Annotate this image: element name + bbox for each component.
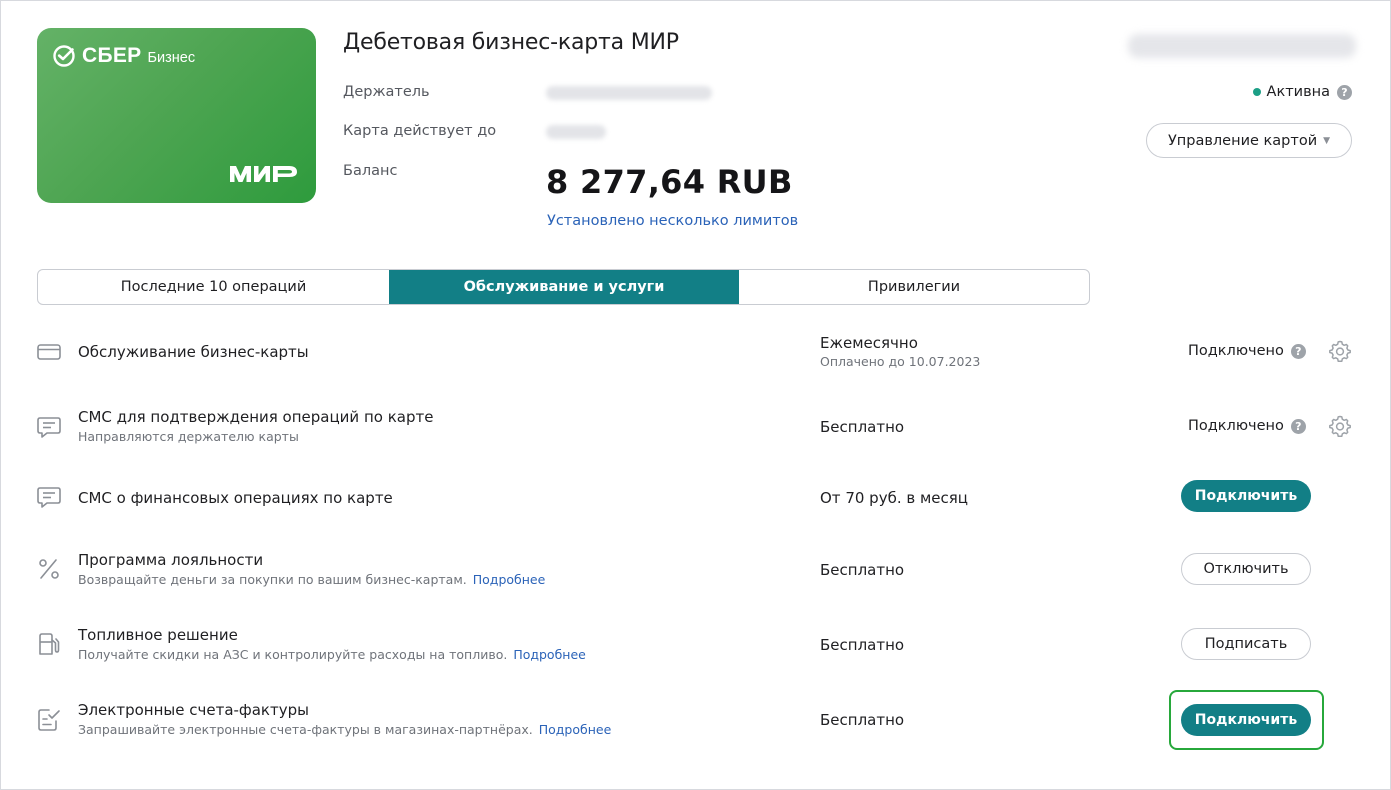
fuel-icon (39, 633, 60, 655)
status-text: Активна (1266, 84, 1330, 100)
service-subtitle-text: Получайте скидки на АЗС и контролируйте … (78, 647, 508, 662)
connect-button[interactable]: Подключить (1181, 480, 1311, 512)
tabs: Последние 10 операций Обслуживание и усл… (37, 269, 1090, 305)
manage-card-label: Управление картой (1167, 132, 1318, 149)
service-price: Бесплатно (820, 418, 905, 436)
tab-services[interactable]: Обслуживание и услуги (389, 270, 739, 304)
sms-icon (37, 417, 61, 438)
card-title: Дебетовая бизнес-карта МИР (343, 30, 679, 55)
manage-card-button[interactable]: Управление картой ▼ (1146, 123, 1352, 158)
service-subtitle: Направляются держателю карты (78, 429, 299, 444)
card-image: СБЕР Бизнес (37, 28, 316, 203)
service-price: Бесплатно (820, 636, 905, 654)
service-state: Подключено ? (1188, 418, 1306, 434)
service-price: Бесплатно (820, 711, 905, 729)
valid-until-redacted (546, 125, 606, 139)
holder-name-redacted (546, 86, 712, 100)
service-row-sms-confirm: СМС для подтверждения операций по карте … (0, 391, 1391, 461)
help-icon[interactable]: ? (1337, 84, 1352, 100)
service-state-text: Подключено (1188, 418, 1284, 434)
service-state-text: Подключено (1188, 343, 1284, 359)
help-icon[interactable]: ? (1290, 418, 1306, 434)
disconnect-button[interactable]: Отключить (1181, 553, 1311, 585)
more-link[interactable]: Подробнее (513, 647, 586, 662)
service-title: Программа лояльности (78, 551, 264, 569)
service-price-note: Оплачено до 10.07.2023 (820, 354, 981, 369)
valid-until-label: Карта действует до (343, 123, 497, 139)
service-subtitle: Запрашивайте электронные счета-фактуры в… (78, 722, 611, 737)
service-subtitle-text: Запрашивайте электронные счета-фактуры в… (78, 722, 533, 737)
tab-privileges[interactable]: Привилегии (739, 270, 1089, 304)
service-title: Электронные счета-фактуры (78, 701, 309, 719)
service-title: Обслуживание бизнес-карты (78, 343, 309, 361)
service-title: СМС для подтверждения операций по карте (78, 408, 434, 426)
sms-icon (37, 487, 61, 508)
service-title: СМС о финансовых операциях по карте (78, 489, 393, 507)
service-subtitle: Получайте скидки на АЗС и контролируйте … (78, 647, 586, 662)
sber-brand-text: СБЕР (82, 44, 142, 67)
status-dot (1252, 88, 1261, 96)
focus-highlight (1169, 690, 1324, 750)
more-link[interactable]: Подробнее (539, 722, 612, 737)
service-price: Ежемесячно (820, 334, 918, 352)
service-row-loyalty: Программа лояльности Возвращайте деньги … (0, 534, 1391, 604)
sber-logo: СБЕР Бизнес (52, 44, 195, 68)
percent-icon (39, 559, 59, 579)
limits-link[interactable]: Установлено несколько лимитов (547, 213, 798, 229)
service-subtitle: Возвращайте деньги за покупки по вашим б… (78, 572, 545, 587)
gear-icon[interactable] (1328, 414, 1352, 438)
tab-last-operations[interactable]: Последние 10 операций (38, 270, 389, 304)
sber-check-icon (53, 45, 75, 67)
service-row-fuel: Топливное решение Получайте скидки на АЗ… (0, 609, 1391, 679)
balance-label: Баланс (343, 163, 398, 179)
card-icon (37, 344, 61, 360)
sign-button[interactable]: Подписать (1181, 628, 1311, 660)
service-state: Подключено ? (1188, 343, 1306, 359)
service-row-card-maintenance: Обслуживание бизнес-карты Ежемесячно Опл… (0, 316, 1391, 386)
service-price: От 70 руб. в месяц (820, 489, 968, 507)
mir-logo (230, 166, 297, 182)
card-number-redacted (1128, 34, 1356, 58)
service-subtitle-text: Возвращайте деньги за покупки по вашим б… (78, 572, 467, 587)
help-icon[interactable]: ? (1290, 343, 1306, 359)
service-price: Бесплатно (820, 561, 905, 579)
gear-icon[interactable] (1328, 339, 1352, 363)
invoice-icon (38, 709, 60, 731)
service-row-sms-finance: СМС о финансовых операциях по карте От 7… (0, 462, 1391, 532)
card-status: Активна ? (1252, 84, 1352, 100)
balance-value: 8 277,64 RUB (546, 163, 793, 201)
holder-label: Держатель (343, 84, 430, 100)
chevron-down-icon: ▼ (1323, 135, 1331, 146)
sber-brand-sub: Бизнес (147, 49, 196, 66)
service-title: Топливное решение (78, 626, 238, 644)
more-link[interactable]: Подробнее (473, 572, 546, 587)
